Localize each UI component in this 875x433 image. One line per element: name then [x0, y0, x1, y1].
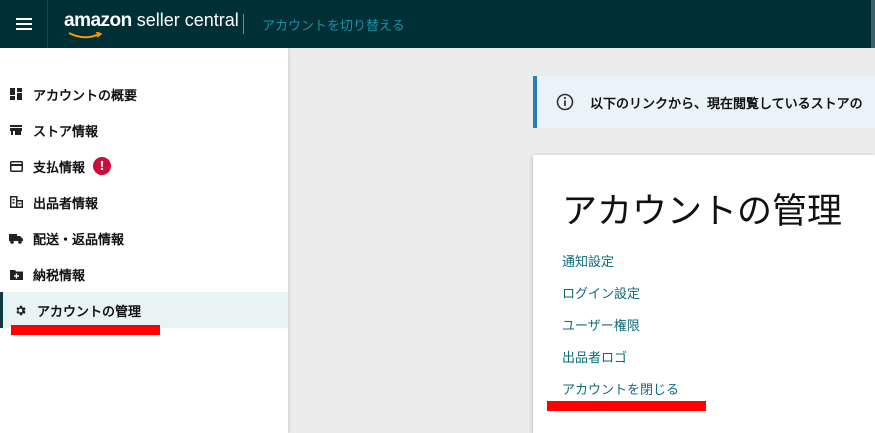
sidebar-item-label: アカウントの概要	[33, 88, 138, 104]
sidebar-item-payment-info[interactable]: 支払情報 !	[0, 148, 288, 184]
sidebar-item-label: 納税情報	[33, 268, 86, 284]
sidebar: アカウントの概要 ストア情報 支払情報 ! 出品者情報 配送・返品情報 納税情報	[0, 48, 288, 433]
switch-account-link[interactable]: アカウントを切り替える	[262, 15, 405, 34]
logo-amazon-text: amazon	[64, 10, 132, 31]
header-right-edge	[871, 0, 875, 48]
sidebar-item-shipping-returns[interactable]: 配送・返品情報	[0, 220, 288, 256]
sidebar-item-label: 支払情報	[33, 160, 86, 176]
sidebar-item-label: ストア情報	[33, 124, 99, 140]
folder-plus-icon	[9, 267, 23, 281]
sidebar-item-store-info[interactable]: ストア情報	[0, 112, 288, 148]
top-bar: amazon seller central アカウントを切り替える	[0, 0, 875, 48]
truck-icon	[9, 231, 23, 245]
store-icon	[9, 123, 23, 137]
close-account-link[interactable]: アカウントを閉じる	[562, 379, 679, 398]
payment-alert-badge: !	[93, 157, 112, 175]
annotation-underline-close-account	[547, 401, 706, 411]
sidebar-item-label: アカウントの管理	[37, 304, 142, 320]
logo-seller-central-text: seller central	[131, 10, 239, 30]
sidebar-item-label: 配送・返品情報	[33, 232, 125, 248]
hamburger-icon	[15, 18, 32, 30]
building-icon	[9, 195, 23, 209]
header-divider	[243, 14, 244, 34]
dashboard-icon	[9, 87, 23, 101]
login-settings-link[interactable]: ログイン設定	[562, 283, 640, 302]
seller-central-logo[interactable]: amazon seller central	[64, 10, 239, 39]
gear-icon	[13, 303, 27, 317]
seller-logo-link[interactable]: 出品者ロゴ	[562, 347, 627, 366]
info-banner-text: 以下のリンクから、現在閲覧しているストアの	[590, 96, 863, 112]
annotation-underline-sidebar	[11, 325, 160, 335]
credit-card-icon	[9, 159, 23, 173]
info-banner: 以下のリンクから、現在閲覧しているストアの	[533, 76, 875, 128]
amazon-smile-icon	[68, 32, 102, 39]
notification-settings-link[interactable]: 通知設定	[562, 251, 614, 270]
sidebar-item-account-overview[interactable]: アカウントの概要	[0, 76, 288, 112]
user-permissions-link[interactable]: ユーザー権限	[562, 315, 640, 334]
sidebar-item-seller-info[interactable]: 出品者情報	[0, 184, 288, 220]
info-icon	[556, 93, 574, 111]
sidebar-item-tax-info[interactable]: 納税情報	[0, 256, 288, 292]
sidebar-item-label: 出品者情報	[33, 196, 99, 212]
hamburger-menu-button[interactable]	[0, 0, 48, 48]
account-management-card: アカウントの管理 通知設定 ログイン設定 ユーザー権限 出品者ロゴ アカウントを…	[533, 155, 875, 433]
page-title: アカウントの管理	[562, 192, 843, 232]
sidebar-item-account-management[interactable]: アカウントの管理	[0, 292, 288, 328]
